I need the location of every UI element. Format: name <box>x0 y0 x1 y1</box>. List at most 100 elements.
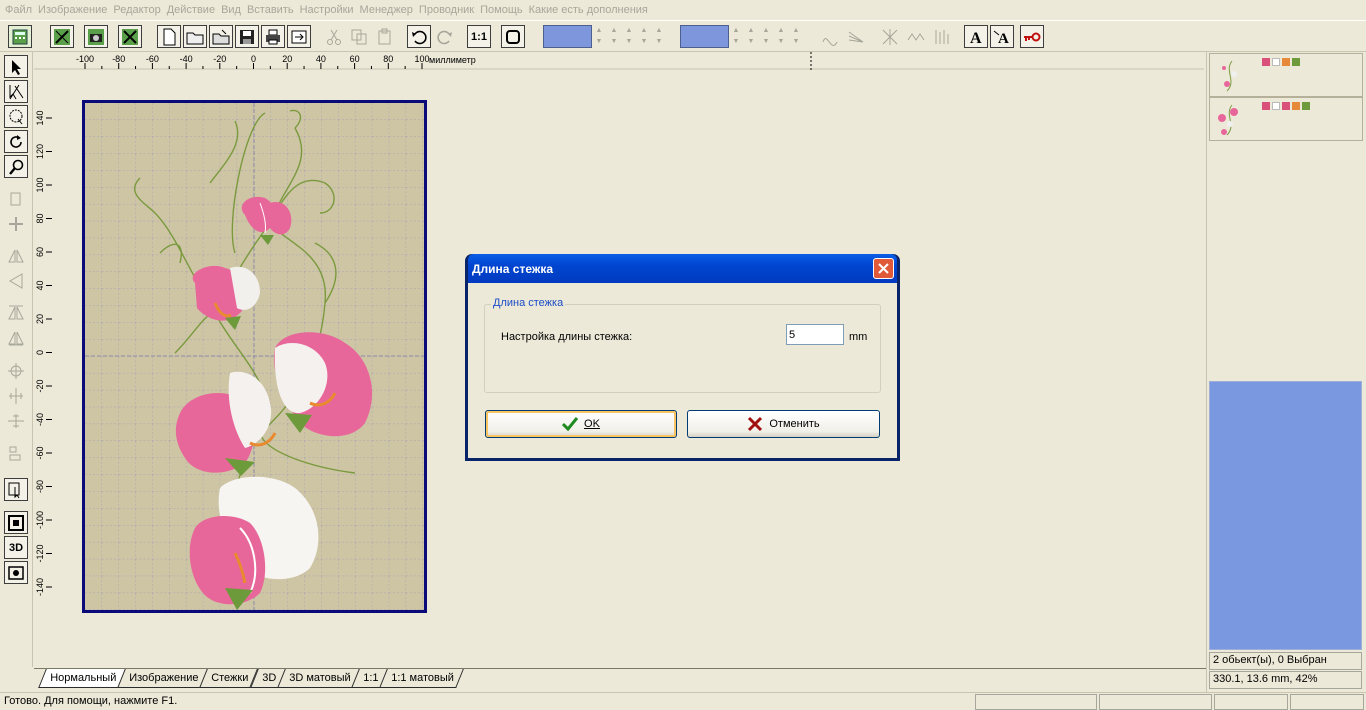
open-design-button[interactable] <box>209 25 233 48</box>
stitch-fill-icon <box>882 28 898 45</box>
stitch-length-input[interactable] <box>786 324 844 345</box>
object-thumbnail-1[interactable] <box>1209 53 1363 97</box>
menu-addons[interactable]: Какие есть дополнения <box>528 4 653 16</box>
tab-image[interactable]: Изображение <box>117 669 209 688</box>
mirror-v-button[interactable] <box>4 269 28 292</box>
save-button[interactable] <box>235 25 259 48</box>
vertical-ruler: 140 120 100 80 60 40 20 0 -20 -40 -60 -80 -100 -120 -1… <box>35 110 52 596</box>
menu-editor[interactable]: Редактор <box>112 4 165 16</box>
floppy-icon <box>240 29 254 44</box>
stitch-tool-5[interactable] <box>930 25 954 48</box>
spin-arrows-2[interactable]: ▲ ▼ <box>609 25 619 48</box>
stitch-tool-1[interactable] <box>818 25 842 48</box>
spin-arrows-10[interactable]: ▲ ▼ <box>791 25 801 48</box>
embroidery-canvas[interactable] <box>82 100 427 613</box>
ruler-tick-label: -20 <box>213 54 226 64</box>
frame-button[interactable] <box>4 511 28 534</box>
auto-digitize-button[interactable] <box>118 25 142 48</box>
menu-help[interactable]: Помощь <box>479 4 528 16</box>
menu-insert[interactable]: Вставить <box>246 4 299 16</box>
spin-arrows-5[interactable]: ▲ ▼ <box>654 25 664 48</box>
distribute-v-button[interactable] <box>4 409 28 432</box>
dialog-close-button[interactable] <box>873 258 894 279</box>
menu-manager[interactable]: Менеджер <box>359 4 418 16</box>
status-pane-3 <box>1214 694 1288 710</box>
tab-3d-matte[interactable]: 3D матовый <box>276 669 360 688</box>
align-button[interactable] <box>4 187 28 210</box>
menu-action[interactable]: Действие <box>166 4 220 16</box>
ok-button[interactable]: OK <box>485 410 677 438</box>
menu-settings[interactable]: Настройки <box>299 4 359 16</box>
scan-button[interactable] <box>84 25 108 48</box>
lasso-tool-button[interactable] <box>4 105 28 128</box>
color-preview-panel[interactable] <box>1209 381 1362 650</box>
spin-arrows-1[interactable]: ▲ ▼ <box>594 25 604 48</box>
spin-arrows-6[interactable]: ▲ ▼ <box>731 25 741 48</box>
view-options-button[interactable] <box>4 561 28 584</box>
ruler-tick-label: -40 <box>35 413 45 426</box>
menu-explorer[interactable]: Проводник <box>418 4 479 16</box>
key-icon <box>1024 32 1041 41</box>
menu-view[interactable]: Вид <box>220 4 246 16</box>
object-select-button[interactable] <box>4 478 28 501</box>
tab-1to1-matte[interactable]: 1:1 матовый <box>379 669 465 688</box>
select-tool-button[interactable] <box>4 55 28 78</box>
spin-arrows-9[interactable]: ▲ ▼ <box>776 25 786 48</box>
stitch-arrow-icon <box>9 84 24 99</box>
calculator-button[interactable] <box>8 25 32 48</box>
folder-icon <box>186 32 204 44</box>
object-thumbnail-2[interactable] <box>1209 97 1363 141</box>
zoom-1to1-button[interactable]: 1:1 <box>467 25 491 48</box>
text-edit-button[interactable]: A <box>990 25 1014 48</box>
background-color-swatch[interactable] <box>543 25 592 48</box>
ruler-tick-label: -60 <box>35 446 45 459</box>
export-icon <box>291 30 307 43</box>
rotate-tool-button[interactable] <box>4 130 28 153</box>
cut-button[interactable] <box>322 25 346 48</box>
stitch-tool-4[interactable] <box>904 25 928 48</box>
thread-chip <box>1302 102 1310 110</box>
distribute-h-button[interactable] <box>4 384 28 407</box>
arrange-button[interactable] <box>4 442 28 465</box>
wizard-button[interactable] <box>50 25 74 48</box>
undo-button[interactable] <box>407 25 431 48</box>
tab-normal[interactable]: Нормальный <box>38 669 126 688</box>
flip-icon <box>8 305 24 319</box>
text-button[interactable]: A <box>964 25 988 48</box>
stitch-select-button[interactable] <box>4 80 28 103</box>
copy-icon <box>351 29 367 44</box>
paste-button[interactable] <box>373 25 397 48</box>
stitch-length-label: Настройка длины стежка: <box>501 331 633 343</box>
spin-arrows-7[interactable]: ▲ ▼ <box>746 25 756 48</box>
open-button[interactable] <box>183 25 207 48</box>
dialog-titlebar[interactable]: Длина стежка <box>468 254 897 283</box>
flip-button[interactable] <box>4 301 28 324</box>
menu-image[interactable]: Изображение <box>37 4 112 16</box>
flip-2-button[interactable] <box>4 326 28 349</box>
new-button[interactable] <box>157 25 181 48</box>
stitch-tool-2[interactable] <box>844 25 868 48</box>
view-3d-button[interactable]: 3D <box>4 536 28 559</box>
fabric-color-swatch[interactable] <box>680 25 729 48</box>
spin-arrows-4[interactable]: ▲ ▼ <box>639 25 649 48</box>
menu-file[interactable]: Файл <box>4 4 37 16</box>
hoop-button[interactable] <box>501 25 525 48</box>
center-button[interactable] <box>4 359 28 382</box>
mirror-h-button[interactable] <box>4 244 28 267</box>
tab-stitches[interactable]: Стежки <box>199 669 259 688</box>
thread-chip <box>1292 102 1300 110</box>
spin-arrows-3[interactable]: ▲ ▼ <box>624 25 634 48</box>
copy-button[interactable] <box>347 25 371 48</box>
export-button[interactable] <box>287 25 311 48</box>
thread-chip <box>1282 58 1290 66</box>
security-key-button[interactable] <box>1020 25 1044 48</box>
move-button[interactable] <box>4 212 28 235</box>
tab-3d-matte-label: 3D матовый <box>288 672 351 684</box>
print-button[interactable] <box>261 25 285 48</box>
redo-button[interactable] <box>433 25 457 48</box>
camera-icon <box>88 28 104 45</box>
zoom-tool-button[interactable] <box>4 155 28 178</box>
cancel-button[interactable]: Отменить <box>687 410 880 438</box>
spin-arrows-8[interactable]: ▲ ▼ <box>761 25 771 48</box>
stitch-tool-3[interactable] <box>878 25 902 48</box>
